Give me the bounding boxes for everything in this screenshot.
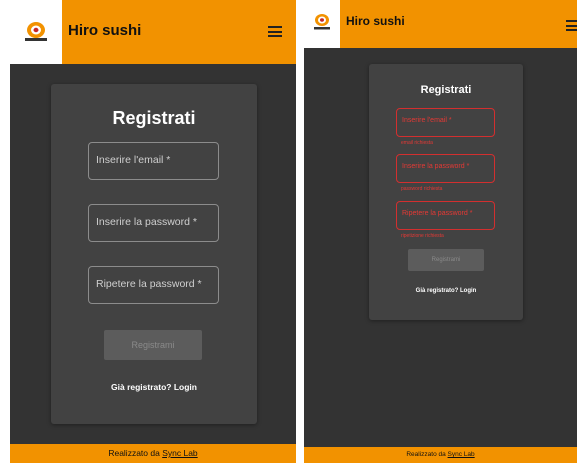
register-card: Registrati Inserire l'email * email rich…: [369, 64, 523, 320]
repeat-password-label: Ripetere la password *: [402, 210, 473, 217]
password-label: Inserire la password *: [402, 163, 470, 170]
sushi-logo-icon[interactable]: [10, 0, 62, 64]
register-button[interactable]: Registrami: [408, 249, 484, 271]
app-title: Hiro sushi: [68, 22, 142, 39]
registration-screen-errors: Hiro sushi Registrati Inserire l'email *…: [304, 0, 577, 463]
app-header: Hiro sushi: [10, 0, 296, 64]
email-label: Inserire l'email *: [402, 117, 452, 124]
register-title: Registrati: [112, 108, 196, 128]
register-card: Registrati Inserire l'email * Inserire l…: [51, 84, 257, 424]
password-error: password richiesta: [401, 186, 443, 192]
app-header: Hiro sushi: [304, 0, 577, 48]
password-field[interactable]: Inserire la password *: [396, 154, 495, 183]
registration-screen-default: Hiro sushi Registrati Inserire l'email *…: [10, 0, 296, 463]
password-label: Inserire la password *: [96, 216, 197, 228]
email-field[interactable]: Inserire l'email *: [88, 142, 219, 180]
footer: Realizzato da Sync Lab: [10, 444, 296, 463]
app-title: Hiro sushi: [346, 14, 405, 28]
sync-lab-link[interactable]: Sync Lab: [162, 448, 197, 458]
login-link[interactable]: Già registrato? Login: [369, 288, 523, 294]
repeat-password-field[interactable]: Ripetere la password *: [88, 266, 219, 304]
email-error: email richiesta: [401, 140, 433, 146]
repeat-password-label: Ripetere la password *: [96, 278, 202, 290]
footer: Realizzato da Sync Lab: [304, 447, 577, 463]
footer-text: Realizzato da: [108, 448, 160, 458]
hamburger-menu-icon[interactable]: [566, 20, 577, 31]
register-title: Registrati: [420, 84, 472, 96]
password-field[interactable]: Inserire la password *: [88, 204, 219, 242]
repeat-password-error: ripetizione richiesta: [401, 233, 444, 239]
login-link[interactable]: Già registrato? Login: [51, 382, 257, 392]
email-field[interactable]: Inserire l'email *: [396, 108, 495, 137]
repeat-password-field[interactable]: Ripetere la password *: [396, 201, 495, 230]
sync-lab-link[interactable]: Sync Lab: [448, 451, 475, 458]
hamburger-menu-icon[interactable]: [268, 26, 282, 37]
sushi-logo-icon[interactable]: [304, 0, 340, 48]
footer-text: Realizzato da: [406, 451, 446, 458]
register-button[interactable]: Registrami: [104, 330, 202, 360]
email-label: Inserire l'email *: [96, 154, 171, 166]
